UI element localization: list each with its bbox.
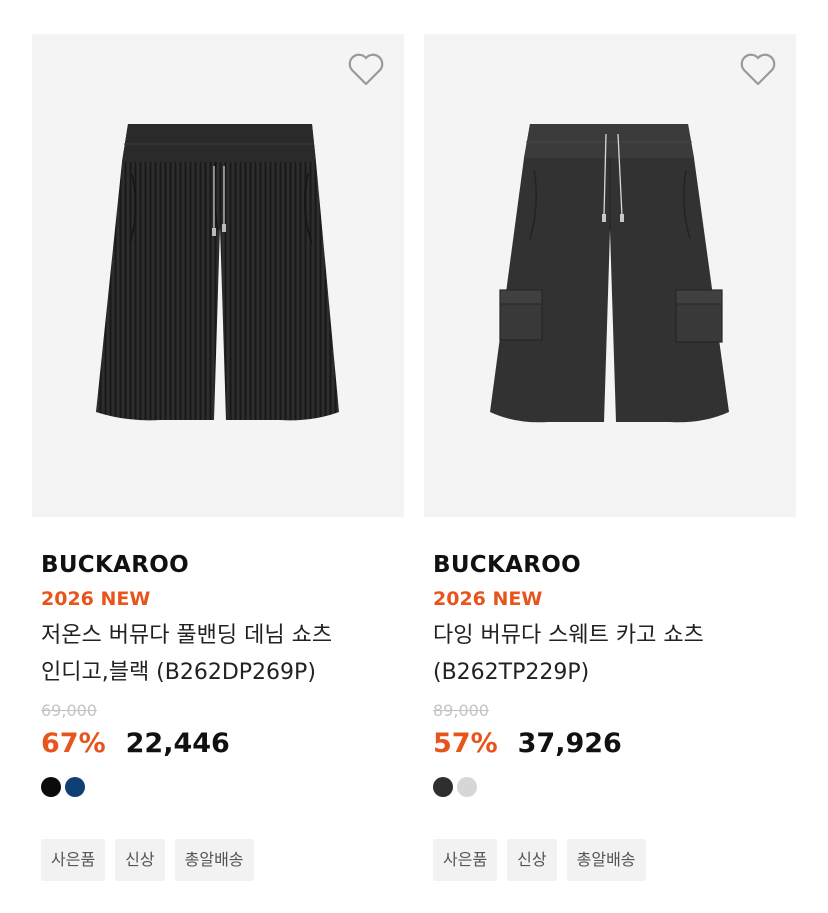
product-grid: BUCKAROO 2026 NEW 저온스 버뮤다 풀밴딩 데님 쇼츠 인디고,… bbox=[0, 0, 828, 913]
product-name[interactable]: 다잉 버뮤다 스웨트 카고 쇼츠 (B262TP229P) bbox=[433, 617, 783, 691]
color-swatches bbox=[433, 777, 796, 797]
cargo-shorts-image bbox=[490, 124, 729, 423]
product-image[interactable] bbox=[32, 34, 404, 517]
heart-outline-icon[interactable] bbox=[738, 50, 778, 90]
color-swatch-charcoal[interactable] bbox=[433, 777, 453, 797]
product-image[interactable] bbox=[424, 34, 796, 517]
badge-new: 신상 bbox=[507, 839, 557, 881]
badge-new: 신상 bbox=[115, 839, 165, 881]
color-swatches bbox=[41, 777, 404, 797]
original-price: 89,000 bbox=[433, 701, 489, 720]
sale-price: 22,446 bbox=[125, 727, 230, 759]
color-swatch-black[interactable] bbox=[41, 777, 61, 797]
brand-name[interactable]: BUCKAROO bbox=[41, 551, 404, 579]
sale-price: 37,926 bbox=[517, 727, 622, 759]
badge-fast-delivery: 총알배송 bbox=[566, 839, 646, 881]
badge-gift: 사은품 bbox=[433, 839, 498, 881]
badge-fast-delivery: 총알배송 bbox=[174, 839, 254, 881]
heart-outline-icon[interactable] bbox=[346, 50, 386, 90]
price-row: 67% 22,446 bbox=[41, 725, 404, 761]
product-info: BUCKAROO 2026 NEW 저온스 버뮤다 풀밴딩 데님 쇼츠 인디고,… bbox=[32, 551, 404, 881]
discount-rate: 57% bbox=[433, 727, 498, 759]
original-price: 69,000 bbox=[41, 701, 97, 720]
color-swatch-indigo[interactable] bbox=[65, 777, 85, 797]
color-swatch-lightgray[interactable] bbox=[457, 777, 477, 797]
product-card[interactable]: BUCKAROO 2026 NEW 다잉 버뮤다 스웨트 카고 쇼츠 (B262… bbox=[424, 34, 796, 881]
new-tag: 2026 NEW bbox=[41, 588, 151, 610]
product-name[interactable]: 저온스 버뮤다 풀밴딩 데님 쇼츠 인디고,블랙 (B262DP269P) bbox=[41, 617, 391, 691]
price-row: 57% 37,926 bbox=[433, 725, 796, 761]
discount-rate: 67% bbox=[41, 727, 106, 759]
product-info: BUCKAROO 2026 NEW 다잉 버뮤다 스웨트 카고 쇼츠 (B262… bbox=[424, 551, 796, 881]
badge-gift: 사은품 bbox=[41, 839, 106, 881]
product-card[interactable]: BUCKAROO 2026 NEW 저온스 버뮤다 풀밴딩 데님 쇼츠 인디고,… bbox=[32, 34, 404, 881]
badge-list: 사은품 신상 총알배송 bbox=[433, 839, 796, 881]
brand-name[interactable]: BUCKAROO bbox=[433, 551, 796, 579]
badge-list: 사은품 신상 총알배송 bbox=[41, 839, 404, 881]
new-tag: 2026 NEW bbox=[433, 588, 543, 610]
denim-shorts-image bbox=[96, 124, 339, 421]
